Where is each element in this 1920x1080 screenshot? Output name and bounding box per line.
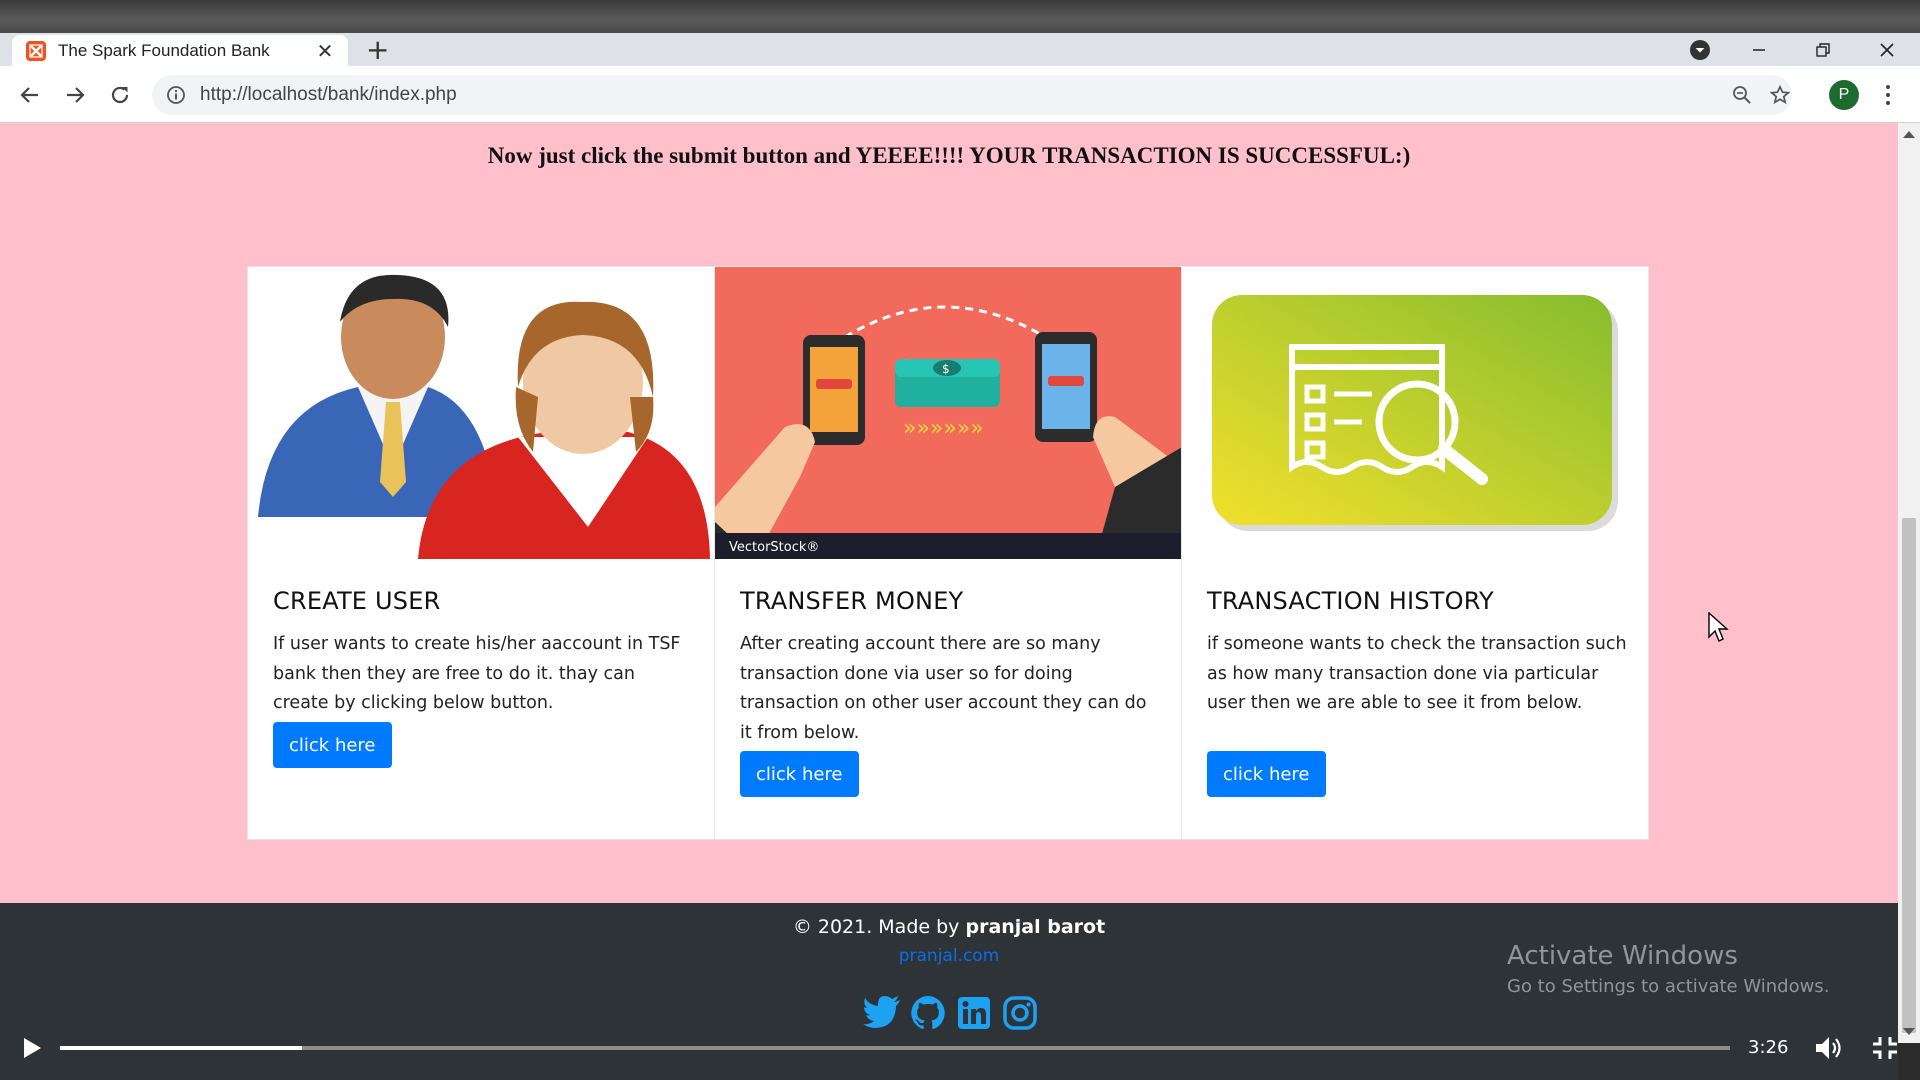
card-title: TRANSACTION HISTORY: [1207, 587, 1494, 615]
browser-toolbar: http://localhost/bank/index.php P: [0, 66, 1920, 123]
card-text: if someone wants to check the transactio…: [1207, 634, 1627, 713]
tab-bar: The Spark Foundation Bank ✕: [0, 33, 1920, 66]
card-deck: CREATE USER If user wants to create his/…: [247, 266, 1649, 840]
info-icon: [167, 86, 185, 104]
scroll-thumb[interactable]: [1902, 518, 1916, 1033]
tab-search-button[interactable]: [1683, 33, 1717, 66]
play-icon: [24, 1038, 41, 1058]
arrow-right-icon: [67, 87, 85, 103]
scroll-up-arrow-icon[interactable]: [1903, 131, 1915, 138]
close-tab-icon[interactable]: ✕: [314, 39, 336, 63]
footer-copyright: © 2021. Made by pranjal barot: [0, 916, 1898, 938]
social-icons: [862, 993, 1040, 1033]
card-create-user: CREATE USER If user wants to create his/…: [248, 267, 715, 839]
chevron-down-circle-icon: [1690, 39, 1710, 60]
bookmark-button[interactable]: [1762, 75, 1798, 115]
watermark-text: VectorStock®: [729, 540, 819, 555]
arrow-left-icon: [20, 87, 38, 103]
users-illustration: [248, 267, 714, 559]
address-bar[interactable]: http://localhost/bank/index.php: [152, 75, 1792, 115]
money-transfer-illustration: $ »»»»»» VectorStock®: [715, 267, 1181, 559]
back-button[interactable]: [13, 78, 47, 112]
video-progress-bar[interactable]: [60, 1046, 1730, 1050]
instagram-icon[interactable]: [1000, 993, 1040, 1033]
author-name: pranjal barot: [965, 916, 1106, 938]
svg-text:»»»»»»: »»»»»»: [903, 416, 984, 441]
page-scrollbar[interactable]: [1898, 123, 1920, 1043]
scroll-down-arrow-icon[interactable]: [1903, 1028, 1915, 1035]
restore-icon: [1816, 42, 1830, 57]
forward-button[interactable]: [58, 78, 92, 112]
card-title: TRANSFER MONEY: [740, 587, 964, 615]
receipt-search-illustration: [1182, 267, 1648, 559]
minimize-icon: [1753, 48, 1765, 51]
browser-tab[interactable]: The Spark Foundation Bank ✕: [12, 35, 348, 66]
transfer-money-button[interactable]: click here: [740, 751, 859, 797]
xampp-favicon-icon: [26, 40, 46, 61]
copyright-prefix: © 2021. Made by: [792, 916, 966, 938]
page-viewport: Now just click the submit button and YEE…: [0, 123, 1898, 903]
zoom-icon: [1733, 86, 1751, 104]
activate-windows-title: Activate Windows: [1507, 941, 1738, 971]
new-tab-button[interactable]: +: [366, 36, 389, 64]
star-icon: [1770, 85, 1790, 105]
profile-avatar[interactable]: P: [1829, 80, 1859, 110]
restore-button[interactable]: [1806, 33, 1840, 66]
video-progress-fill: [60, 1046, 303, 1050]
reload-icon: [111, 86, 129, 104]
volume-icon: [1816, 1037, 1841, 1059]
twitter-icon[interactable]: [862, 993, 902, 1033]
transaction-history-button[interactable]: click here: [1207, 751, 1326, 797]
mouse-cursor-icon: [1708, 611, 1730, 648]
play-button[interactable]: [20, 1036, 44, 1060]
card-transfer-money: $ »»»»»» VectorStock® TRANSFER MONEY Aft…: [715, 267, 1182, 839]
video-time: 3:26: [1748, 1037, 1789, 1058]
svg-text:$: $: [942, 362, 950, 376]
tab-title: The Spark Foundation Bank: [58, 40, 270, 60]
zoom-button[interactable]: [1724, 75, 1760, 115]
volume-button[interactable]: [1814, 1034, 1844, 1062]
card-text: If user wants to create his/her aaccount…: [273, 634, 681, 713]
url-text: http://localhost/bank/index.php: [200, 84, 457, 105]
github-icon[interactable]: [908, 993, 948, 1033]
fullscreen-button[interactable]: [1870, 1034, 1900, 1062]
card-title: CREATE USER: [273, 587, 441, 615]
reload-button[interactable]: [103, 78, 137, 112]
video-top-strip: [0, 0, 1920, 33]
activate-windows-subtitle: Go to Settings to activate Windows.: [1507, 976, 1830, 997]
page-headline: Now just click the submit button and YEE…: [487, 143, 1411, 168]
minimize-button[interactable]: [1742, 33, 1776, 66]
create-user-button[interactable]: click here: [273, 722, 392, 768]
menu-kebab-icon[interactable]: [1878, 80, 1898, 110]
close-window-button[interactable]: [1870, 33, 1904, 66]
fullscreen-exit-icon: [1873, 1037, 1897, 1059]
card-transaction-history: TRANSACTION HISTORY if someone wants to …: [1182, 267, 1648, 839]
close-icon: [1880, 42, 1894, 57]
card-text: After creating account there are so many…: [740, 634, 1147, 743]
linkedin-icon[interactable]: [954, 993, 994, 1033]
